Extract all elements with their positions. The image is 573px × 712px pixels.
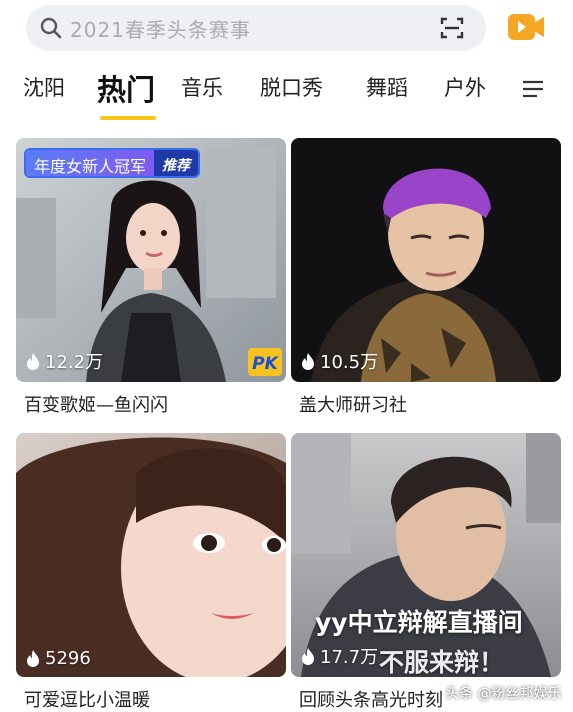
tab-shenyang[interactable]: 沈阳: [23, 72, 65, 102]
fire-icon: [302, 352, 314, 370]
stream-thumbnail[interactable]: yy中立辩解直播间 不服来辩！ 17.7万: [291, 433, 561, 677]
stream-title[interactable]: 百变歌姬—鱼闪闪: [24, 391, 168, 417]
pk-label: PK: [252, 354, 279, 374]
search-placeholder: 2021春季头条赛事: [70, 17, 251, 42]
recommend-tag: 推荐: [154, 150, 199, 176]
view-count-value: 5296: [45, 648, 91, 669]
overlay-caption-2: 不服来辩！: [379, 648, 505, 677]
view-count-value: 12.2万: [45, 352, 104, 373]
view-count-value: 17.7万: [320, 647, 379, 668]
award-badge: 年度女新人冠军 推荐: [24, 148, 201, 178]
streamer-photo: [291, 138, 561, 382]
stream-title[interactable]: 可爱逗比小温暖: [24, 686, 150, 712]
top-bar: 2021春季头条赛事: [0, 0, 573, 62]
view-count-value: 10.5万: [320, 352, 379, 373]
tab-music[interactable]: 音乐: [181, 72, 223, 102]
stream-title[interactable]: 盖大师研习社: [299, 391, 407, 417]
pk-icon: PK: [248, 348, 282, 376]
fire-icon: [302, 647, 314, 665]
stream-title[interactable]: 回顾头条高光时刻: [299, 686, 443, 712]
tab-dance[interactable]: 舞蹈: [366, 72, 408, 102]
watermark: 头条 @粉丝邦娱乐: [445, 686, 562, 702]
stream-thumbnail[interactable]: 5296: [16, 433, 286, 677]
video-camera-icon[interactable]: [507, 10, 545, 44]
fire-icon: [27, 352, 39, 370]
view-count: 5296: [26, 648, 91, 669]
view-count: 17.7万: [301, 643, 378, 669]
tab-hot[interactable]: 热门: [97, 67, 155, 109]
streamer-photo: [16, 433, 286, 677]
stream-thumbnail[interactable]: 年度女新人冠军 推荐 12.2万 PK: [16, 138, 286, 382]
badge-text: 年度女新人冠军: [26, 150, 155, 176]
fire-icon: [27, 650, 39, 667]
streamer-photo: [291, 433, 561, 677]
search-icon: [40, 17, 62, 39]
tab-outdoor[interactable]: 户外: [444, 72, 486, 102]
stream-thumbnail[interactable]: 10.5万: [291, 138, 561, 382]
overlay-caption: yy中立辩解直播间: [315, 608, 523, 637]
tab-talkshow[interactable]: 脱口秀: [260, 72, 323, 102]
category-tabs: 沈阳 热门 音乐 脱口秀 舞蹈 户外: [0, 62, 573, 122]
view-count: 12.2万: [26, 348, 103, 374]
view-count: 10.5万: [301, 348, 378, 374]
menu-icon[interactable]: [522, 80, 544, 98]
scan-icon[interactable]: [440, 16, 464, 40]
active-tab-indicator: [100, 116, 156, 120]
search-bar[interactable]: 2021春季头条赛事: [26, 5, 486, 51]
